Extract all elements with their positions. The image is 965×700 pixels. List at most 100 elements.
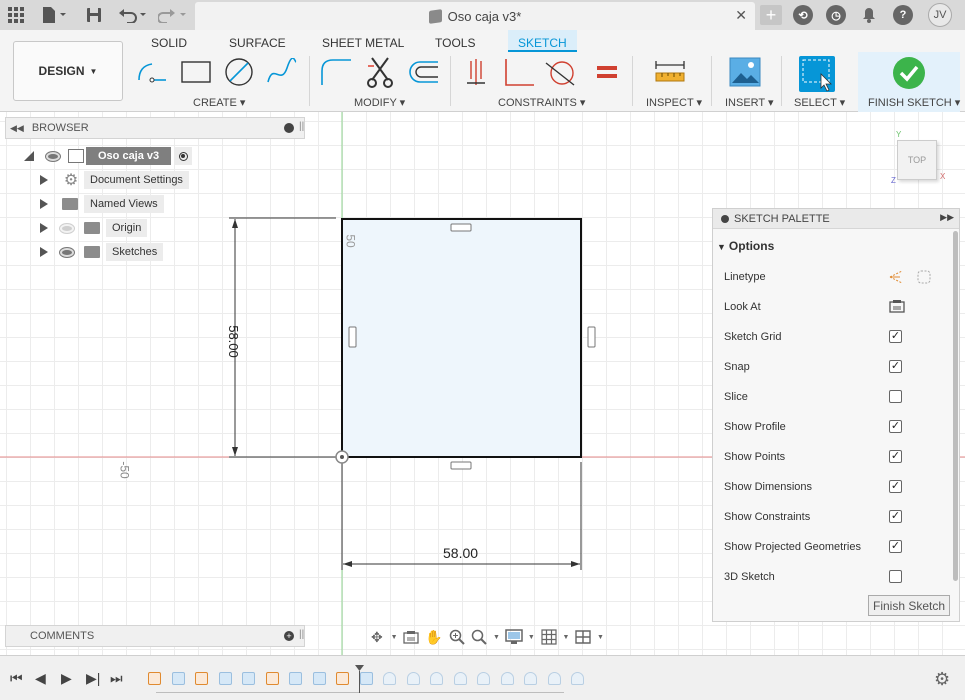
group-constraints[interactable]: CONSTRAINTS ▾ [498, 96, 585, 109]
rectangle-tool-icon[interactable] [179, 56, 213, 88]
timeline-feature[interactable] [430, 672, 443, 685]
linetype-construction-icon[interactable] [888, 269, 938, 288]
dimension-vertical-label[interactable]: 58.00 [226, 325, 241, 358]
expand-triangle-icon[interactable] [40, 247, 48, 257]
group-select[interactable]: SELECT ▾ [794, 96, 845, 109]
help-icon[interactable]: ? [893, 5, 913, 25]
checkbox[interactable]: ✓ [889, 420, 902, 433]
timeline-feature[interactable] [312, 672, 326, 685]
tangent-constraint-icon[interactable] [544, 56, 578, 88]
timeline-marker[interactable] [355, 665, 364, 693]
pin-icon[interactable]: || [299, 629, 304, 640]
timeline-feature[interactable] [453, 672, 467, 685]
palette-option-show-profile[interactable]: Show Profile ✓ [724, 417, 949, 437]
step-forward-icon[interactable]: ▶| [86, 670, 100, 687]
palette-option-linetype[interactable]: Linetype [724, 267, 949, 287]
timeline-feature[interactable] [242, 672, 255, 685]
dimension-horizontal-label[interactable]: 58.00 [443, 545, 478, 561]
timeline-feature[interactable] [171, 672, 185, 685]
timeline-feature[interactable] [524, 672, 537, 685]
view-cube[interactable]: TOP Y Z X [891, 130, 953, 186]
palette-option-snap[interactable]: Snap ✓ [724, 357, 949, 377]
coincident-constraint-icon[interactable] [459, 56, 493, 88]
view-cube-face[interactable]: TOP [897, 140, 937, 180]
collapse-triangle-icon[interactable] [22, 150, 36, 162]
tab-sheet-metal[interactable]: SHEET METAL [322, 35, 404, 57]
checkbox[interactable]: ✓ [889, 480, 902, 493]
document-tab[interactable]: Oso caja v3* ✕ [195, 2, 755, 30]
circle-tool-icon[interactable] [222, 56, 256, 88]
collapse-browser-icon[interactable]: ◀◀ [10, 123, 24, 134]
app-grid-icon[interactable] [8, 5, 24, 25]
root-component-label[interactable]: Oso caja v3 [86, 147, 172, 165]
equal-constraint-icon[interactable] [590, 56, 624, 88]
timeline-feature[interactable] [477, 672, 490, 685]
timeline-feature[interactable] [218, 672, 232, 685]
timeline-feature[interactable] [289, 672, 302, 685]
workspace-switcher[interactable]: DESIGN ▼ [13, 41, 123, 101]
expand-triangle-icon[interactable] [40, 199, 48, 209]
timeline-feature[interactable] [265, 672, 279, 685]
checkbox[interactable] [889, 570, 902, 583]
checkbox[interactable]: ✓ [889, 540, 902, 553]
look-at-icon[interactable] [403, 628, 421, 646]
grid-settings-icon[interactable] [540, 628, 558, 646]
minimize-icon[interactable] [721, 214, 729, 223]
expand-palette-icon[interactable]: ▶▶ [940, 212, 954, 223]
undo-icon[interactable] [118, 5, 148, 25]
finish-sketch-button[interactable]: FINISH SKETCH ▾ [858, 52, 960, 112]
timeline-feature[interactable] [406, 672, 420, 685]
close-tab-icon[interactable]: ✕ [735, 7, 747, 24]
perpendicular-constraint-icon[interactable] [502, 56, 536, 88]
browser-item-origin[interactable]: Origin [40, 218, 148, 238]
timeline-feature[interactable] [383, 672, 396, 685]
look-at-icon[interactable] [889, 299, 905, 316]
go-to-start-icon[interactable]: ⏮ [10, 670, 23, 687]
checkbox[interactable]: ✓ [889, 510, 902, 523]
group-create[interactable]: CREATE ▾ [193, 96, 245, 109]
line-tool-icon[interactable] [136, 56, 170, 88]
go-to-end-icon[interactable]: ⏭ [110, 670, 123, 687]
insert-image-icon[interactable] [728, 56, 762, 88]
new-tab-icon[interactable]: + [760, 5, 782, 25]
timeline-feature[interactable] [500, 672, 514, 685]
offset-tool-icon[interactable] [406, 56, 440, 88]
palette-option-slice[interactable]: Slice [724, 387, 949, 407]
palette-scrollbar[interactable] [953, 231, 958, 581]
palette-option-3d-sketch[interactable]: 3D Sketch [724, 567, 949, 587]
pin-icon[interactable]: || [299, 121, 304, 132]
file-menu-icon[interactable] [40, 5, 70, 25]
comments-panel-header[interactable]: COMMENTS + || [5, 625, 305, 647]
checkbox[interactable] [889, 390, 902, 403]
palette-option-show-dimensions[interactable]: Show Dimensions ✓ [724, 477, 949, 497]
extensions-icon[interactable]: ⟲ [793, 5, 813, 25]
orbit-icon[interactable]: ✥ [368, 628, 386, 646]
palette-option-show-constraints[interactable]: Show Constraints ✓ [724, 507, 949, 527]
job-status-icon[interactable]: ◷ [826, 5, 846, 25]
browser-root-node[interactable]: Oso caja v3 [22, 146, 193, 166]
browser-item-document-settings[interactable]: ⚙ Document Settings [40, 170, 189, 190]
visibility-eye-icon[interactable] [46, 151, 60, 161]
spline-tool-icon[interactable] [265, 56, 299, 88]
zoom-window-icon[interactable] [470, 628, 488, 646]
finish-sketch-palette-button[interactable]: Finish Sketch [868, 595, 950, 616]
step-back-icon[interactable]: ◀ [35, 670, 46, 687]
minimize-icon[interactable] [284, 123, 294, 133]
palette-option-show-projected-geometries[interactable]: Show Projected Geometries ✓ [724, 537, 949, 557]
zoom-icon[interactable] [448, 628, 466, 646]
expand-triangle-icon[interactable] [40, 223, 48, 233]
options-section-header[interactable]: ▼ Options [717, 239, 774, 253]
user-avatar[interactable]: JV [928, 3, 952, 27]
activate-radio-icon[interactable] [174, 147, 193, 165]
palette-option-look-at[interactable]: Look At [724, 297, 949, 317]
tab-solid[interactable]: SOLID [151, 35, 187, 57]
select-tool-icon[interactable] [799, 56, 835, 92]
group-modify[interactable]: MODIFY ▾ [354, 96, 405, 109]
notifications-icon[interactable] [861, 5, 877, 25]
viewports-icon[interactable] [574, 628, 592, 646]
measure-tool-icon[interactable] [653, 56, 687, 88]
play-icon[interactable]: ▶ [61, 670, 72, 687]
group-insert[interactable]: INSERT ▾ [725, 96, 774, 109]
timeline-feature[interactable] [571, 672, 584, 685]
pan-icon[interactable]: ✋ [425, 628, 443, 646]
